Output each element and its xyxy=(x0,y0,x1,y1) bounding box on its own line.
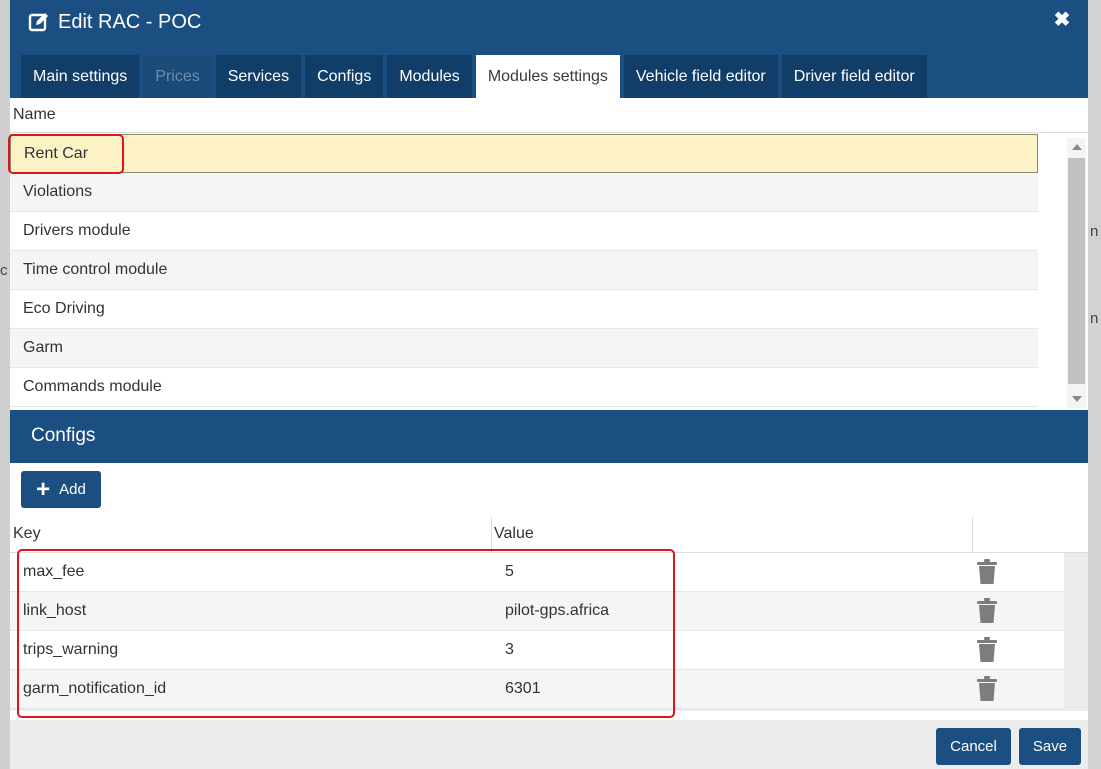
edit-dialog: Edit RAC - POC ✖ Main settings Prices Se… xyxy=(8,0,1088,769)
dialog-header: Edit RAC - POC ✖ Main settings Prices Se… xyxy=(10,0,1088,98)
trash-icon[interactable] xyxy=(976,559,998,590)
scrollbar-thumb[interactable] xyxy=(1068,158,1085,384)
scroll-up-icon[interactable] xyxy=(1072,144,1082,150)
background-text: n xyxy=(1090,223,1099,240)
plus-icon: + xyxy=(36,475,51,503)
module-row-time-control-module[interactable]: Time control module xyxy=(10,251,1038,290)
tab-configs[interactable]: Configs xyxy=(305,55,384,98)
add-config-button[interactable]: + Add xyxy=(21,471,101,508)
modules-scrollbar[interactable] xyxy=(1067,138,1086,408)
tab-main-settings[interactable]: Main settings xyxy=(21,55,140,98)
value-column-header: Value xyxy=(494,525,534,542)
cancel-button[interactable]: Cancel xyxy=(936,728,1011,765)
module-row-eco-driving[interactable]: Eco Driving xyxy=(10,290,1038,329)
backdrop-left-edge xyxy=(0,0,10,769)
dialog-title-text: Edit RAC - POC xyxy=(58,10,202,33)
configs-table-footer xyxy=(10,711,1088,720)
dialog-footer: Cancel Save xyxy=(10,720,1088,769)
tab-modules[interactable]: Modules xyxy=(387,55,472,98)
config-value: pilot-gps.africa xyxy=(505,602,610,619)
config-key: trips_warning xyxy=(23,641,119,658)
add-button-label: Add xyxy=(59,481,86,498)
module-row-commands-module[interactable]: Commands module xyxy=(10,368,1038,407)
save-button[interactable]: Save xyxy=(1019,728,1081,765)
modules-list: Rent Car Violations Drivers module Time … xyxy=(10,134,1038,407)
configs-table-header: Key Value xyxy=(10,517,1088,553)
close-icon[interactable]: ✖ xyxy=(1052,10,1072,30)
scroll-down-icon[interactable] xyxy=(1072,396,1082,402)
config-key: garm_notification_id xyxy=(23,680,167,697)
configs-table-body: max_fee 5 link_host pilot-gps.africa tri… xyxy=(10,553,1064,709)
configs-section-header: Configs xyxy=(10,410,1088,463)
module-row-rent-car[interactable]: Rent Car xyxy=(10,134,1038,173)
config-row: trips_warning 3 xyxy=(10,631,1064,670)
dialog-title: Edit RAC - POC xyxy=(28,8,201,36)
tab-bar: Main settings Prices Services Configs Mo… xyxy=(21,55,931,98)
backdrop-right-edge xyxy=(1087,0,1101,769)
column-divider xyxy=(491,517,492,552)
config-row: link_host pilot-gps.africa xyxy=(10,592,1064,631)
config-row: max_fee 5 xyxy=(10,553,1064,592)
configs-title: Configs xyxy=(31,425,96,446)
config-value: 5 xyxy=(505,563,514,580)
key-column-header: Key xyxy=(13,525,41,542)
name-column-header: Name xyxy=(13,106,56,123)
module-row-violations[interactable]: Violations xyxy=(10,173,1038,212)
config-value: 6301 xyxy=(505,680,541,697)
modules-panel: Name Rent Car Violations Drivers module … xyxy=(10,98,1088,410)
module-row-drivers-module[interactable]: Drivers module xyxy=(10,212,1038,251)
tab-services[interactable]: Services xyxy=(215,55,302,98)
config-key: link_host xyxy=(23,602,87,619)
background-text: c xyxy=(0,262,8,279)
trash-icon[interactable] xyxy=(976,598,998,629)
tab-vehicle-field-editor[interactable]: Vehicle field editor xyxy=(623,55,778,98)
trash-icon[interactable] xyxy=(976,676,998,707)
config-key: max_fee xyxy=(23,563,85,580)
background-text: n xyxy=(1090,310,1099,327)
tab-modules-settings[interactable]: Modules settings xyxy=(475,55,620,98)
configs-toolbar: + Add xyxy=(10,463,1088,518)
edit-icon xyxy=(28,13,48,32)
tab-prices: Prices xyxy=(143,55,212,98)
trash-icon[interactable] xyxy=(976,637,998,668)
tab-driver-field-editor[interactable]: Driver field editor xyxy=(781,55,927,98)
config-value: 3 xyxy=(505,641,514,658)
column-divider xyxy=(972,517,973,552)
config-row: garm_notification_id 6301 xyxy=(10,670,1064,709)
module-row-garm[interactable]: Garm xyxy=(10,329,1038,368)
modules-table-header: Name xyxy=(10,98,1088,133)
